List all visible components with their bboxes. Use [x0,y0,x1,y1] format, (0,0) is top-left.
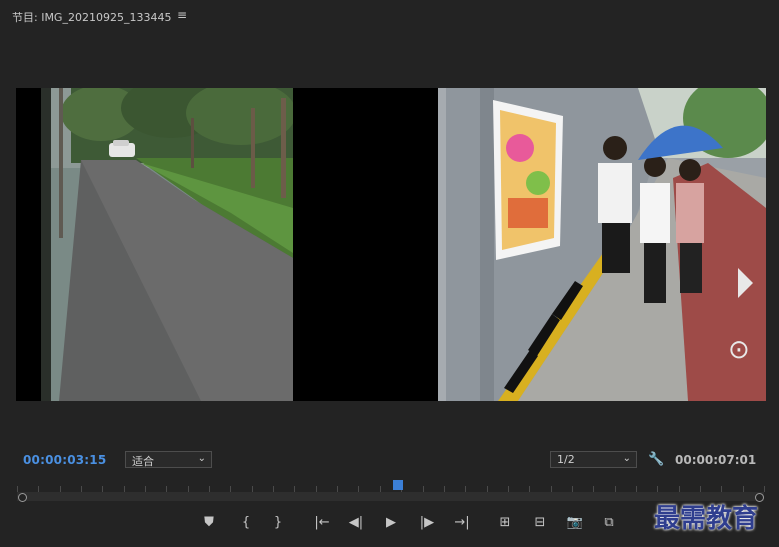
play-icon[interactable]: ▶ [380,512,402,534]
hamburger-icon[interactable]: ≡ [177,8,187,22]
transport-controls: ⛊ { } |← ◀| ▶ |▶ →| ⊞ ⊟ 📷 ⧉ [195,512,625,534]
svg-text:⊙: ⊙ [728,335,750,365]
go-to-in-icon[interactable]: |← [311,512,333,534]
extract-icon[interactable]: ⊟ [529,512,551,534]
panel-title[interactable]: 节目: IMG_20210925_133445 [12,9,171,25]
program-viewer[interactable]: ⊙ [16,88,766,401]
panel-header: 节目: IMG_20210925_133445 ≡ [0,0,779,30]
mark-out-icon[interactable]: } [267,512,289,534]
step-forward-icon[interactable]: |▶ [416,512,438,534]
chevron-down-icon: ⌄ [197,453,206,464]
in-handle[interactable] [18,493,27,502]
scrub-track[interactable] [17,492,764,501]
watermark: 最需教育 [654,504,759,534]
zoom-select-value: 适合 [132,455,154,468]
mark-in-icon[interactable]: { [235,512,257,534]
ruler-tick [764,486,765,492]
resolution-select[interactable]: 1/2 ⌄ [550,451,637,468]
current-timecode[interactable]: 00:00:03:15 [23,453,106,467]
lift-icon[interactable]: ⊞ [494,512,516,534]
export-frame-icon[interactable]: 📷 [564,512,586,534]
playhead-indicator[interactable] [393,480,403,490]
wrench-icon[interactable]: 🔧 [648,452,664,467]
step-back-icon[interactable]: ◀| [345,512,367,534]
add-marker-icon[interactable]: ⛊ [198,512,220,534]
program-monitor-panel: 节目: IMG_20210925_133445 ≡ ⊙ 00:00:03:15 … [0,0,779,547]
time-ruler[interactable] [17,478,765,504]
go-to-out-icon[interactable]: →| [451,512,473,534]
resolution-select-value: 1/2 [557,453,575,466]
video-frame-right: ⊙ [438,88,766,401]
zoom-select[interactable]: 适合 ⌄ [125,451,212,468]
comparison-view-icon[interactable]: ⧉ [598,512,620,534]
duration-timecode: 00:00:07:01 [675,453,757,467]
chevron-down-icon: ⌄ [622,453,631,464]
video-frame-left [41,88,293,401]
